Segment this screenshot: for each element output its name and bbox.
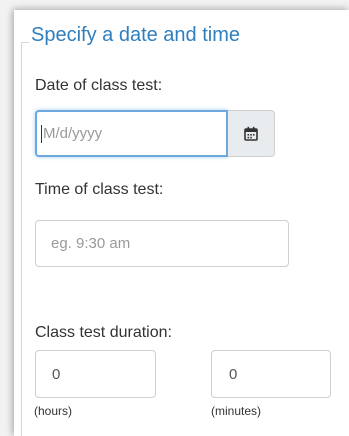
calendar-button[interactable] [228, 110, 275, 157]
minutes-caption: (minutes) [211, 404, 262, 418]
time-label: Time of class test: [35, 181, 164, 198]
fieldset-border-top [21, 42, 29, 43]
date-input-placeholder: M/d/yyyy [43, 125, 103, 142]
duration-hours-input[interactable]: 0 [35, 350, 156, 398]
text-caret [41, 124, 42, 143]
hours-caption: (hours) [34, 404, 73, 418]
fieldset-border [21, 42, 22, 436]
duration-hours-value: 0 [52, 365, 61, 383]
duration-minutes-value: 0 [229, 365, 238, 383]
section-legend: Specify a date and time [31, 24, 241, 46]
time-input[interactable]: eg. 9:30 am [35, 220, 289, 267]
date-label: Date of class test: [35, 77, 163, 94]
date-input[interactable]: M/d/yyyy [35, 110, 228, 157]
duration-label: Class test duration: [35, 324, 172, 341]
time-input-placeholder: eg. 9:30 am [51, 235, 131, 252]
calendar-icon [244, 126, 258, 141]
duration-minutes-input[interactable]: 0 [211, 350, 331, 398]
